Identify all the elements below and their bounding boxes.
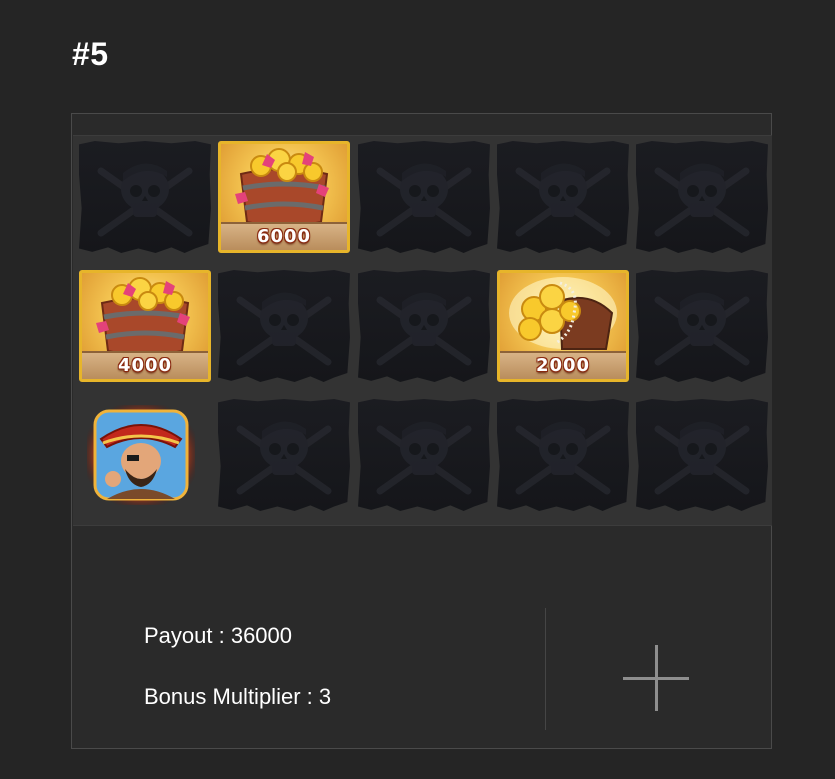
grid-cell-flag: [358, 141, 490, 253]
grid-cell-flag: [358, 399, 490, 511]
divider: [545, 608, 546, 730]
grid-cell-pirate: [79, 399, 211, 511]
grid-cell-flag: [79, 141, 211, 253]
symbol-value: 4000: [117, 355, 173, 376]
pirate-captain-icon: [79, 405, 203, 515]
grid-cell-treasure: 2000: [497, 270, 629, 382]
grid-cell-treasure: 6000: [218, 141, 350, 253]
grid-cell-flag: [636, 399, 768, 511]
result-card: 6000 4000 2000 Payout: 36000 Bonus Mult…: [71, 113, 772, 749]
result-summary: Payout : 36000 Bonus Multiplier : 3: [72, 526, 771, 748]
round-title: #5: [72, 36, 109, 72]
grid-cell-flag: [497, 399, 629, 511]
bonus-multiplier-label: Bonus Multiplier : 3: [144, 684, 332, 709]
symbol-value: 2000: [535, 355, 591, 376]
grid-cell-flag: [636, 270, 768, 382]
grid-cell-treasure: 4000: [79, 270, 211, 382]
grid-cell-flag: [636, 141, 768, 253]
grid-cell-flag: [497, 141, 629, 253]
symbol-value: 6000: [256, 226, 312, 247]
grid-cell-flag: [218, 270, 350, 382]
expand-button[interactable]: [623, 645, 689, 711]
symbol-grid: 6000 4000 2000: [73, 135, 772, 526]
grid-cell-flag: [358, 270, 490, 382]
grid-cell-flag: [218, 399, 350, 511]
payout-label: Payout : 36000: [144, 623, 293, 648]
